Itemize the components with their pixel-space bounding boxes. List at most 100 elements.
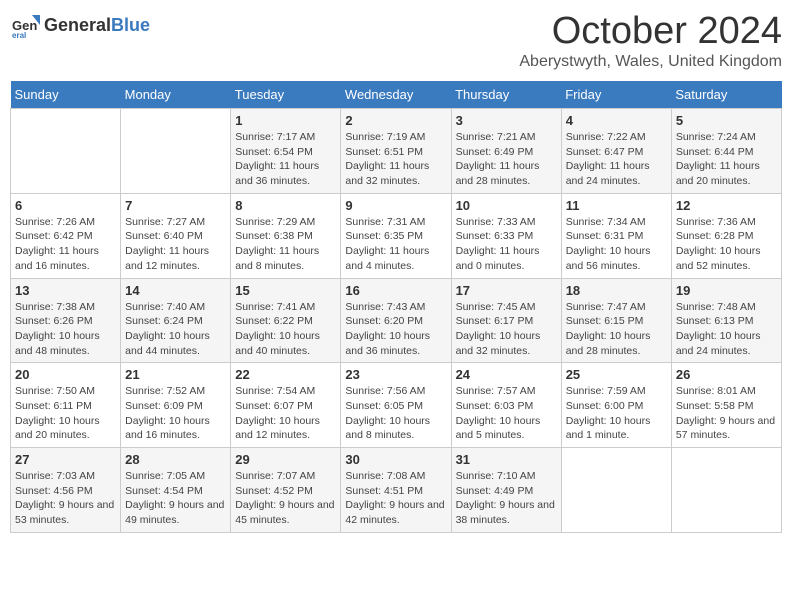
calendar-day-cell: 19 Sunrise: 7:48 AM Sunset: 6:13 PM Dayli… — [671, 278, 781, 363]
calendar-day-cell: 10 Sunrise: 7:33 AM Sunset: 6:33 PM Dayli… — [451, 193, 561, 278]
calendar-day-cell: 5Sunrise: 7:24 AM Sunset: 6:44 PM Daylig… — [671, 109, 781, 194]
calendar-day-cell: 6Sunrise: 7:26 AM Sunset: 6:42 PM Daylig… — [11, 193, 121, 278]
day-number: 4 — [566, 113, 667, 128]
day-detail: Sunrise: 7:31 AM Sunset: 6:35 PM Dayligh… — [345, 215, 446, 274]
logo-icon: Gen eral — [10, 10, 40, 40]
calendar-day-cell: 17 Sunrise: 7:45 AM Sunset: 6:17 PM Dayli… — [451, 278, 561, 363]
day-detail: Sunrise: 7:22 AM Sunset: 6:47 PM Dayligh… — [566, 130, 667, 189]
day-detail: Sunrise: 7:03 AM Sunset: 4:56 PM Dayligh… — [15, 469, 116, 528]
day-number: 28 — [125, 452, 226, 467]
calendar-day-cell — [561, 448, 671, 533]
day-of-week-header: Tuesday — [231, 81, 341, 109]
day-detail: Sunrise: 7:38 AM Sunset: 6:26 PM Dayligh… — [15, 300, 116, 359]
calendar-header-row: SundayMondayTuesdayWednesdayThursdayFrid… — [11, 81, 782, 109]
day-detail: Sunrise: 7:27 AM Sunset: 6:40 PM Dayligh… — [125, 215, 226, 274]
calendar-week-row: 27 Sunrise: 7:03 AM Sunset: 4:56 PM Dayli… — [11, 448, 782, 533]
calendar-day-cell: 18Sunrise: 7:47 AM Sunset: 6:15 PM Dayli… — [561, 278, 671, 363]
day-number: 25 — [566, 367, 667, 382]
month-title: October 2024 — [519, 10, 782, 53]
day-of-week-header: Friday — [561, 81, 671, 109]
day-detail: Sunrise: 7:54 AM Sunset: 6:07 PM Dayligh… — [235, 384, 336, 443]
day-number: 20 — [15, 367, 116, 382]
day-detail: Sunrise: 7:48 AM Sunset: 6:13 PM Dayligh… — [676, 300, 777, 359]
calendar-day-cell: 27 Sunrise: 7:03 AM Sunset: 4:56 PM Dayli… — [11, 448, 121, 533]
day-number: 17 — [456, 283, 557, 298]
day-detail: Sunrise: 7:21 AM Sunset: 6:49 PM Dayligh… — [456, 130, 557, 189]
day-number: 3 — [456, 113, 557, 128]
location-subtitle: Aberystwyth, Wales, United Kingdom — [519, 53, 782, 71]
calendar-day-cell: 28 Sunrise: 7:05 AM Sunset: 4:54 PM Dayli… — [121, 448, 231, 533]
day-detail: Sunrise: 7:59 AM Sunset: 6:00 PM Dayligh… — [566, 384, 667, 443]
day-number: 23 — [345, 367, 446, 382]
calendar-day-cell: 16Sunrise: 7:43 AM Sunset: 6:20 PM Dayli… — [341, 278, 451, 363]
day-number: 11 — [566, 198, 667, 213]
calendar-week-row: 1Sunrise: 7:17 AM Sunset: 6:54 PM Daylig… — [11, 109, 782, 194]
day-detail: Sunrise: 7:24 AM Sunset: 6:44 PM Dayligh… — [676, 130, 777, 189]
calendar-day-cell: 14Sunrise: 7:40 AM Sunset: 6:24 PM Dayli… — [121, 278, 231, 363]
day-number: 2 — [345, 113, 446, 128]
calendar-day-cell: 11 Sunrise: 7:34 AM Sunset: 6:31 PM Dayli… — [561, 193, 671, 278]
svg-text:eral: eral — [12, 31, 26, 40]
logo: Gen eral GeneralBlue — [10, 10, 150, 40]
day-of-week-header: Thursday — [451, 81, 561, 109]
calendar-table: SundayMondayTuesdayWednesdayThursdayFrid… — [10, 81, 782, 533]
day-detail: Sunrise: 8:01 AM Sunset: 5:58 PM Dayligh… — [676, 384, 777, 443]
calendar-day-cell: 8 Sunrise: 7:29 AM Sunset: 6:38 PM Daylig… — [231, 193, 341, 278]
day-number: 27 — [15, 452, 116, 467]
day-detail: Sunrise: 7:05 AM Sunset: 4:54 PM Dayligh… — [125, 469, 226, 528]
day-detail: Sunrise: 7:10 AM Sunset: 4:49 PM Dayligh… — [456, 469, 557, 528]
day-detail: Sunrise: 7:57 AM Sunset: 6:03 PM Dayligh… — [456, 384, 557, 443]
calendar-day-cell: 25 Sunrise: 7:59 AM Sunset: 6:00 PM Dayli… — [561, 363, 671, 448]
calendar-day-cell: 30Sunrise: 7:08 AM Sunset: 4:51 PM Dayli… — [341, 448, 451, 533]
calendar-day-cell: 24 Sunrise: 7:57 AM Sunset: 6:03 PM Dayli… — [451, 363, 561, 448]
day-number: 21 — [125, 367, 226, 382]
day-detail: Sunrise: 7:08 AM Sunset: 4:51 PM Dayligh… — [345, 469, 446, 528]
day-number: 7 — [125, 198, 226, 213]
day-detail: Sunrise: 7:45 AM Sunset: 6:17 PM Dayligh… — [456, 300, 557, 359]
calendar-day-cell: 29 Sunrise: 7:07 AM Sunset: 4:52 PM Dayli… — [231, 448, 341, 533]
day-detail: Sunrise: 7:07 AM Sunset: 4:52 PM Dayligh… — [235, 469, 336, 528]
day-number: 31 — [456, 452, 557, 467]
day-number: 14 — [125, 283, 226, 298]
logo-text-general: General — [44, 15, 111, 35]
calendar-day-cell: 3 Sunrise: 7:21 AM Sunset: 6:49 PM Daylig… — [451, 109, 561, 194]
calendar-day-cell: 15Sunrise: 7:41 AM Sunset: 6:22 PM Dayli… — [231, 278, 341, 363]
day-detail: Sunrise: 7:50 AM Sunset: 6:11 PM Dayligh… — [15, 384, 116, 443]
calendar-week-row: 6Sunrise: 7:26 AM Sunset: 6:42 PM Daylig… — [11, 193, 782, 278]
calendar-day-cell: 31 Sunrise: 7:10 AM Sunset: 4:49 PM Dayli… — [451, 448, 561, 533]
logo-text-blue: Blue — [111, 15, 150, 35]
day-of-week-header: Wednesday — [341, 81, 451, 109]
day-of-week-header: Monday — [121, 81, 231, 109]
day-number: 18 — [566, 283, 667, 298]
day-detail: Sunrise: 7:29 AM Sunset: 6:38 PM Dayligh… — [235, 215, 336, 274]
calendar-day-cell: 22 Sunrise: 7:54 AM Sunset: 6:07 PM Dayli… — [231, 363, 341, 448]
calendar-day-cell: 21 Sunrise: 7:52 AM Sunset: 6:09 PM Dayli… — [121, 363, 231, 448]
calendar-day-cell: 23 Sunrise: 7:56 AM Sunset: 6:05 PM Dayli… — [341, 363, 451, 448]
calendar-day-cell: 1Sunrise: 7:17 AM Sunset: 6:54 PM Daylig… — [231, 109, 341, 194]
day-detail: Sunrise: 7:41 AM Sunset: 6:22 PM Dayligh… — [235, 300, 336, 359]
day-number: 26 — [676, 367, 777, 382]
calendar-day-cell: 4 Sunrise: 7:22 AM Sunset: 6:47 PM Daylig… — [561, 109, 671, 194]
day-number: 10 — [456, 198, 557, 213]
day-detail: Sunrise: 7:33 AM Sunset: 6:33 PM Dayligh… — [456, 215, 557, 274]
day-of-week-header: Sunday — [11, 81, 121, 109]
day-detail: Sunrise: 7:34 AM Sunset: 6:31 PM Dayligh… — [566, 215, 667, 274]
day-number: 29 — [235, 452, 336, 467]
calendar-week-row: 20 Sunrise: 7:50 AM Sunset: 6:11 PM Dayli… — [11, 363, 782, 448]
day-number: 12 — [676, 198, 777, 213]
day-detail: Sunrise: 7:56 AM Sunset: 6:05 PM Dayligh… — [345, 384, 446, 443]
day-of-week-header: Saturday — [671, 81, 781, 109]
day-number: 8 — [235, 198, 336, 213]
day-number: 13 — [15, 283, 116, 298]
calendar-day-cell: 20 Sunrise: 7:50 AM Sunset: 6:11 PM Dayli… — [11, 363, 121, 448]
calendar-day-cell: 12Sunrise: 7:36 AM Sunset: 6:28 PM Dayli… — [671, 193, 781, 278]
day-number: 19 — [676, 283, 777, 298]
page-header: Gen eral GeneralBlue October 2024 Aberys… — [10, 10, 782, 71]
calendar-day-cell: 2 Sunrise: 7:19 AM Sunset: 6:51 PM Daylig… — [341, 109, 451, 194]
day-detail: Sunrise: 7:19 AM Sunset: 6:51 PM Dayligh… — [345, 130, 446, 189]
day-detail: Sunrise: 7:52 AM Sunset: 6:09 PM Dayligh… — [125, 384, 226, 443]
day-number: 9 — [345, 198, 446, 213]
calendar-week-row: 13 Sunrise: 7:38 AM Sunset: 6:26 PM Dayli… — [11, 278, 782, 363]
day-number: 22 — [235, 367, 336, 382]
day-number: 24 — [456, 367, 557, 382]
